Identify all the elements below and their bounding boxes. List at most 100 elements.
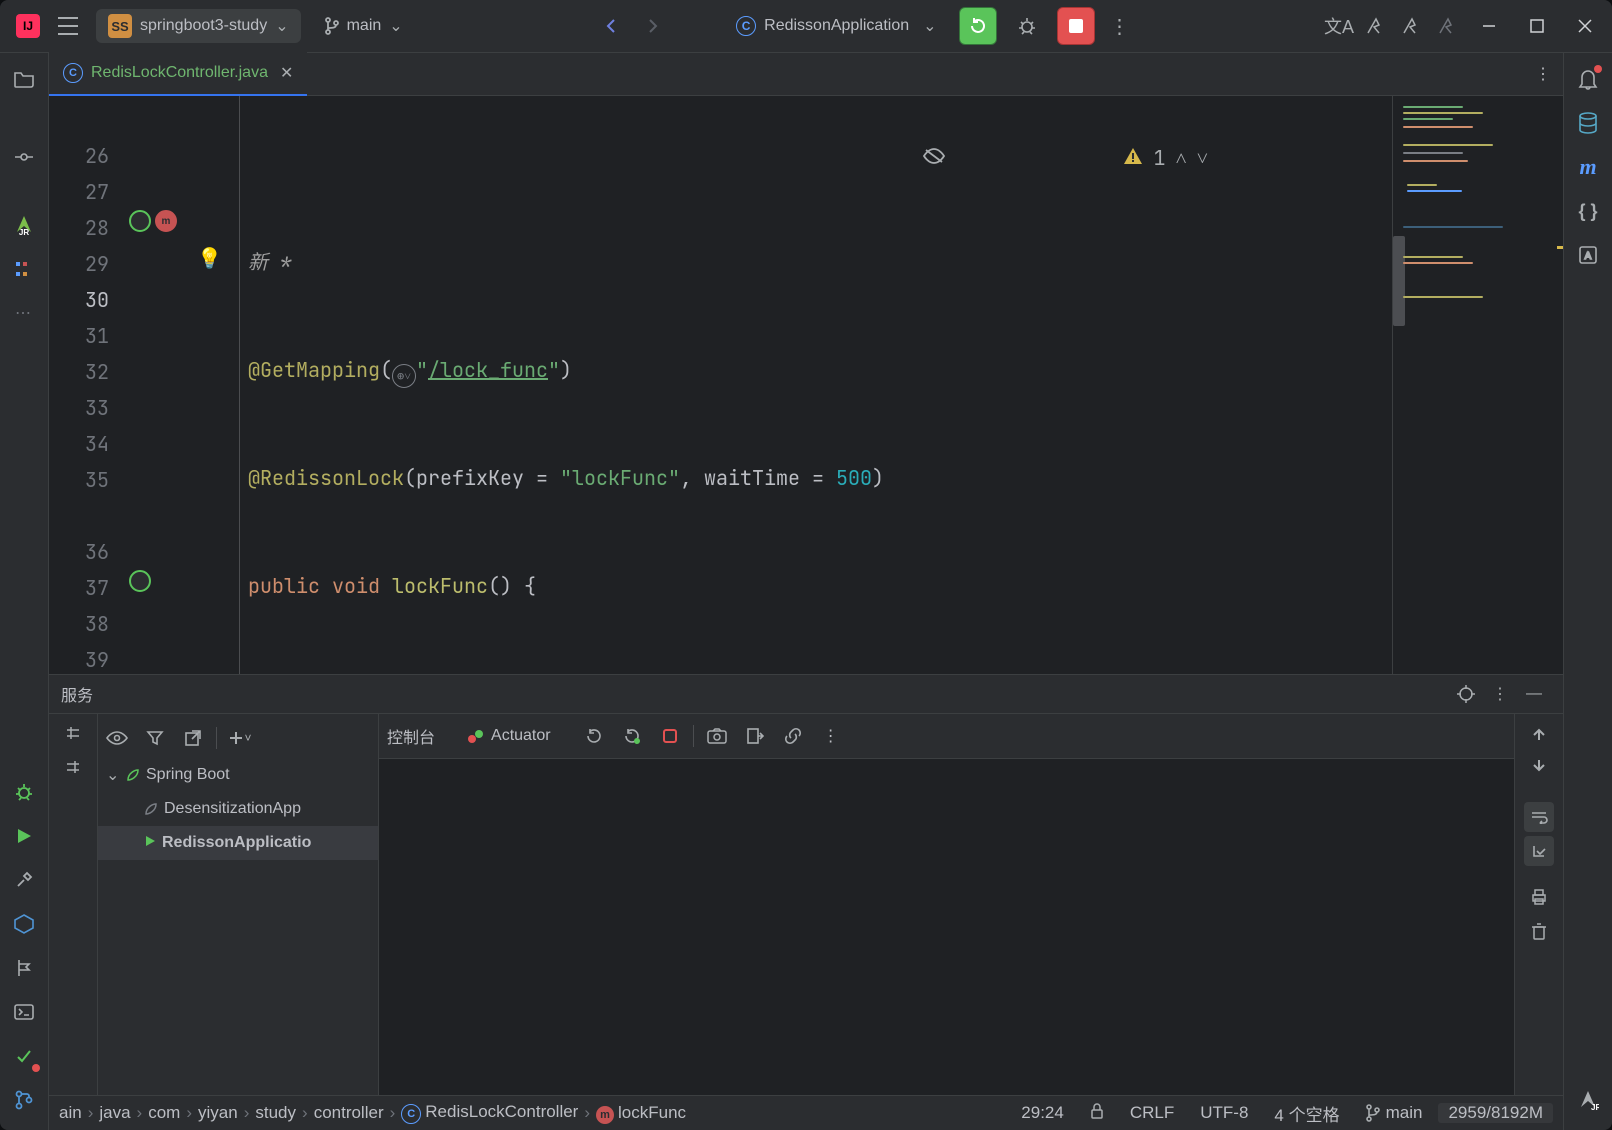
problems-tool-button[interactable]: [4, 1036, 44, 1076]
tree-item-redisson[interactable]: RedissonApplicatio: [98, 826, 378, 860]
stop-console-button[interactable]: [655, 721, 685, 751]
rerun-console-button[interactable]: [579, 721, 609, 751]
maven-tool-button[interactable]: m: [1568, 147, 1608, 187]
scroll-down-button[interactable]: [1524, 752, 1554, 782]
project-name: springboot3-study: [140, 17, 267, 35]
ide-body: JR ⋯: [0, 53, 1612, 1130]
panel-options-button[interactable]: ⋮: [1483, 677, 1517, 711]
translate-button[interactable]: 文A: [1322, 9, 1356, 43]
console-more-button[interactable]: ⋮: [816, 721, 846, 751]
editor-minimap[interactable]: [1392, 96, 1563, 674]
console-tab[interactable]: 控制台: [387, 724, 435, 748]
tree-root-spring-boot[interactable]: ⌄ Spring Boot: [98, 758, 378, 792]
code-with-me-button[interactable]: [1358, 9, 1392, 43]
app-logo[interactable]: IJ: [8, 6, 48, 46]
vcs-tool-button[interactable]: [4, 1080, 44, 1120]
inspections-widget[interactable]: 1 ˄ ˅: [755, 104, 1208, 212]
breadcrumb-item[interactable]: ain: [59, 1103, 82, 1123]
debug-tool-button[interactable]: [4, 772, 44, 812]
debug-button[interactable]: [1009, 8, 1045, 44]
ai-assistant-tool-button[interactable]: A: [1568, 235, 1608, 275]
memory-indicator[interactable]: 2959/8192M: [1438, 1103, 1553, 1123]
services-panel: 服务 ⋮ —: [49, 674, 1563, 1095]
exit-button[interactable]: [740, 721, 770, 751]
clear-all-button[interactable]: [1524, 916, 1554, 946]
settings-button[interactable]: [1430, 9, 1464, 43]
main-menu-button[interactable]: [48, 6, 88, 46]
commit-tool-button[interactable]: [4, 137, 44, 177]
intention-bulb-icon[interactable]: 💡: [197, 246, 222, 271]
breadcrumb-item[interactable]: controller: [314, 1103, 384, 1123]
expand-all-button[interactable]: [58, 718, 88, 748]
services-header: 服务 ⋮ —: [49, 675, 1563, 714]
rerun-button[interactable]: [959, 7, 997, 45]
notifications-button[interactable]: [1568, 59, 1608, 99]
services-tool-button[interactable]: [4, 904, 44, 944]
print-button[interactable]: [1524, 882, 1554, 912]
line-separator[interactable]: CRLF: [1120, 1103, 1184, 1123]
run-config-selector[interactable]: C RedissonApplication ⌄: [726, 9, 946, 43]
cursor-position[interactable]: 29:24: [1011, 1103, 1074, 1123]
window-minimize-button[interactable]: [1466, 6, 1512, 46]
structure-tool-button[interactable]: [4, 249, 44, 289]
window-close-button[interactable]: [1562, 6, 1608, 46]
editor-tab-active[interactable]: C RedisLockController.java ✕: [49, 52, 307, 97]
nav-back-button[interactable]: [594, 9, 628, 43]
project-selector[interactable]: SS springboot3-study ⌄: [96, 9, 301, 43]
tab-filename: RedisLockController.java: [91, 64, 268, 82]
search-everywhere-button[interactable]: [1394, 9, 1428, 43]
add-service-button[interactable]: ˅: [225, 723, 255, 753]
actuator-tab[interactable]: Actuator: [467, 727, 551, 745]
project-tool-button[interactable]: [4, 59, 44, 99]
stop-button[interactable]: [1057, 7, 1095, 45]
title-bar: IJ SS springboot3-study ⌄ main ⌄ C Redi: [0, 0, 1612, 53]
breadcrumb-class[interactable]: CRedisLockController: [401, 1102, 578, 1124]
more-tools-button[interactable]: ⋯: [4, 293, 44, 333]
breadcrumb-item[interactable]: study: [255, 1103, 296, 1123]
code-area[interactable]: 1 ˄ ˅ 新 * @GetMapping(⊕˅"/lock_func") @R…: [240, 96, 1392, 674]
breadcrumb-item[interactable]: com: [148, 1103, 180, 1123]
json-tool-button[interactable]: { }: [1568, 191, 1608, 231]
breadcrumb-item[interactable]: yiyan: [198, 1103, 238, 1123]
next-highlight-button[interactable]: ˅: [1197, 140, 1208, 176]
console-output[interactable]: [379, 759, 1514, 1095]
panel-minimize-button[interactable]: —: [1517, 677, 1551, 711]
git-branch-status[interactable]: main: [1356, 1103, 1433, 1123]
breadcrumb-method[interactable]: mlockFunc: [596, 1103, 686, 1124]
run-line-marker[interactable]: [129, 570, 151, 592]
reader-mode-icon[interactable]: [755, 104, 945, 212]
nav-forward-button[interactable]: [636, 9, 670, 43]
run-line-marker[interactable]: m: [129, 210, 177, 232]
rerun-failed-button[interactable]: [617, 721, 647, 751]
screenshot-button[interactable]: [702, 721, 732, 751]
file-encoding[interactable]: UTF-8: [1190, 1103, 1258, 1123]
link-button[interactable]: [778, 721, 808, 751]
collapse-all-button[interactable]: [58, 752, 88, 782]
git-tool-button[interactable]: [4, 948, 44, 988]
prev-highlight-button[interactable]: ˄: [1175, 140, 1186, 176]
globe-icon[interactable]: ⊕˅: [392, 364, 416, 388]
tabs-more-button[interactable]: ⋮: [1523, 54, 1563, 94]
lock-icon[interactable]: [1080, 1103, 1114, 1124]
run-tool-button[interactable]: [4, 816, 44, 856]
indent-settings[interactable]: 4 个空格: [1264, 1101, 1349, 1126]
show-hidden-button[interactable]: [102, 723, 132, 753]
terminal-tool-button[interactable]: [4, 992, 44, 1032]
jrebel-tool-button[interactable]: JR: [4, 205, 44, 245]
tree-item-desensitization[interactable]: DesensitizationApp: [98, 792, 378, 826]
soft-wrap-button[interactable]: [1524, 802, 1554, 832]
build-tool-button[interactable]: [4, 860, 44, 900]
tab-close-button[interactable]: ✕: [280, 63, 293, 83]
scroll-to-end-button[interactable]: [1524, 836, 1554, 866]
jrebel-status-button[interactable]: JR: [1568, 1080, 1608, 1120]
git-branch-selector[interactable]: main ⌄: [313, 9, 415, 43]
locate-button[interactable]: [1449, 677, 1483, 711]
open-external-button[interactable]: [178, 723, 208, 753]
breadcrumb-item[interactable]: java: [99, 1103, 130, 1123]
filter-button[interactable]: [140, 723, 170, 753]
database-tool-button[interactable]: [1568, 103, 1608, 143]
scroll-up-button[interactable]: [1524, 718, 1554, 748]
window-maximize-button[interactable]: [1514, 6, 1560, 46]
warning-icon: [955, 104, 1143, 212]
more-actions-button[interactable]: ⋮: [1103, 9, 1137, 43]
